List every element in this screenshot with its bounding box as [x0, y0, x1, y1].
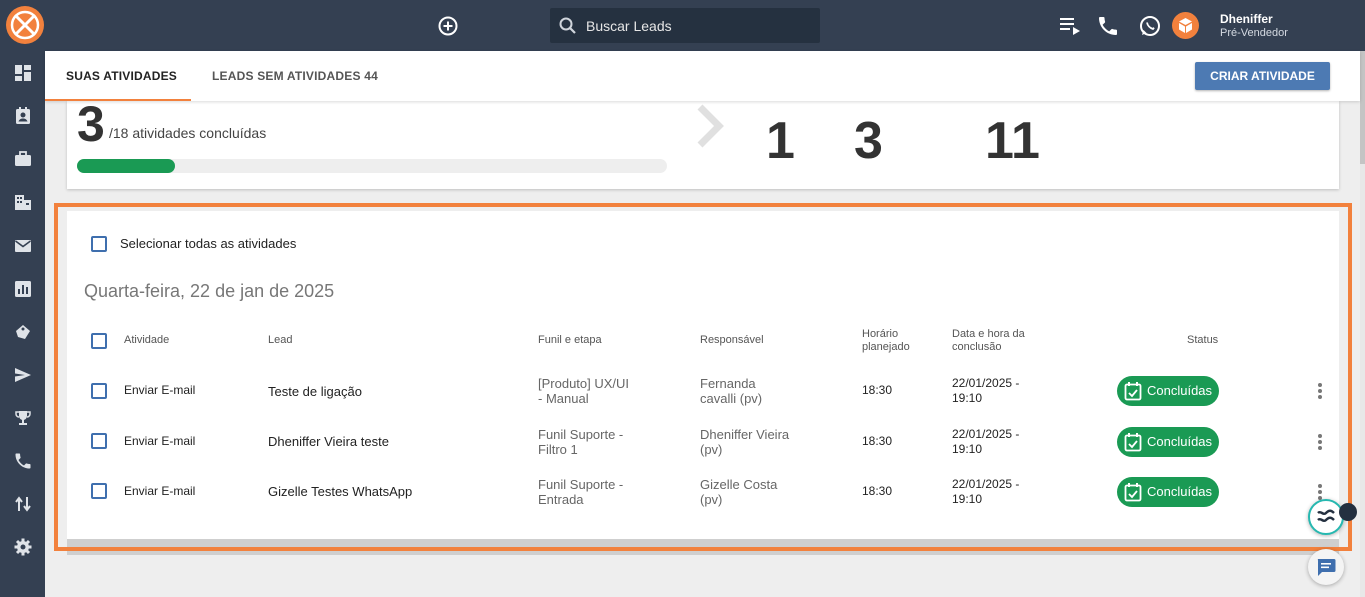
notification-dot	[1339, 503, 1357, 521]
search-icon	[559, 17, 576, 34]
contacts-icon[interactable]	[13, 106, 33, 126]
user-role: Pré-Vendedor	[1220, 27, 1288, 39]
building-icon[interactable]	[13, 192, 33, 212]
search-input[interactable]	[586, 8, 811, 43]
summary-card: 3 /18 atividades concluídas 1 3 11	[67, 96, 1339, 189]
chart-icon[interactable]	[13, 279, 33, 299]
add-circle-icon[interactable]	[437, 15, 459, 37]
chat-icon	[1317, 559, 1336, 576]
gear-icon[interactable]	[13, 537, 33, 557]
stat-value: 1	[766, 112, 795, 170]
chat-button[interactable]	[1308, 549, 1344, 585]
logo-icon	[10, 10, 40, 40]
box-icon	[1179, 18, 1192, 33]
create-activity-button[interactable]: CRIAR ATIVIDADE	[1195, 62, 1330, 90]
tab-suas-atividades[interactable]: SUAS ATIVIDADES	[45, 51, 191, 101]
avatar[interactable]	[1172, 12, 1199, 39]
trophy-icon[interactable]	[13, 408, 33, 428]
logo[interactable]	[6, 6, 44, 44]
tabs-bar: SUAS ATIVIDADES LEADS SEM ATIVIDADES 44 …	[45, 51, 1360, 101]
completed-label: /18 atividades concluídas	[109, 125, 267, 141]
phone-icon[interactable]	[1096, 14, 1120, 38]
playlist-icon[interactable]	[1058, 14, 1082, 38]
sidebar	[0, 51, 45, 597]
phone-icon[interactable]	[13, 451, 33, 471]
dashboard-icon[interactable]	[13, 63, 33, 83]
search-box[interactable]	[550, 8, 820, 43]
swap-icon[interactable]	[13, 494, 33, 514]
briefcase-icon[interactable]	[13, 149, 33, 169]
send-icon[interactable]	[13, 365, 33, 385]
top-bar: Dheniffer Pré-Vendedor	[0, 0, 1365, 51]
wave-icon	[1317, 509, 1335, 523]
stat-value: 3	[854, 112, 883, 170]
completed-count: 3	[77, 96, 105, 152]
mail-icon[interactable]	[13, 236, 33, 256]
whatsapp-icon[interactable]	[1138, 14, 1162, 38]
progress-fill	[77, 159, 176, 173]
user-name: Dheniffer	[1220, 12, 1273, 26]
scrollbar-thumb[interactable]	[1360, 51, 1365, 164]
progress-bar	[77, 159, 667, 173]
stat-value: 11	[985, 112, 1040, 170]
chevron-right-icon	[695, 103, 725, 154]
highlight-box	[54, 203, 1352, 551]
extension-button[interactable]	[1308, 499, 1344, 535]
tab-leads-sem-atividades[interactable]: LEADS SEM ATIVIDADES 44	[212, 51, 378, 101]
tags-icon[interactable]	[13, 322, 33, 342]
